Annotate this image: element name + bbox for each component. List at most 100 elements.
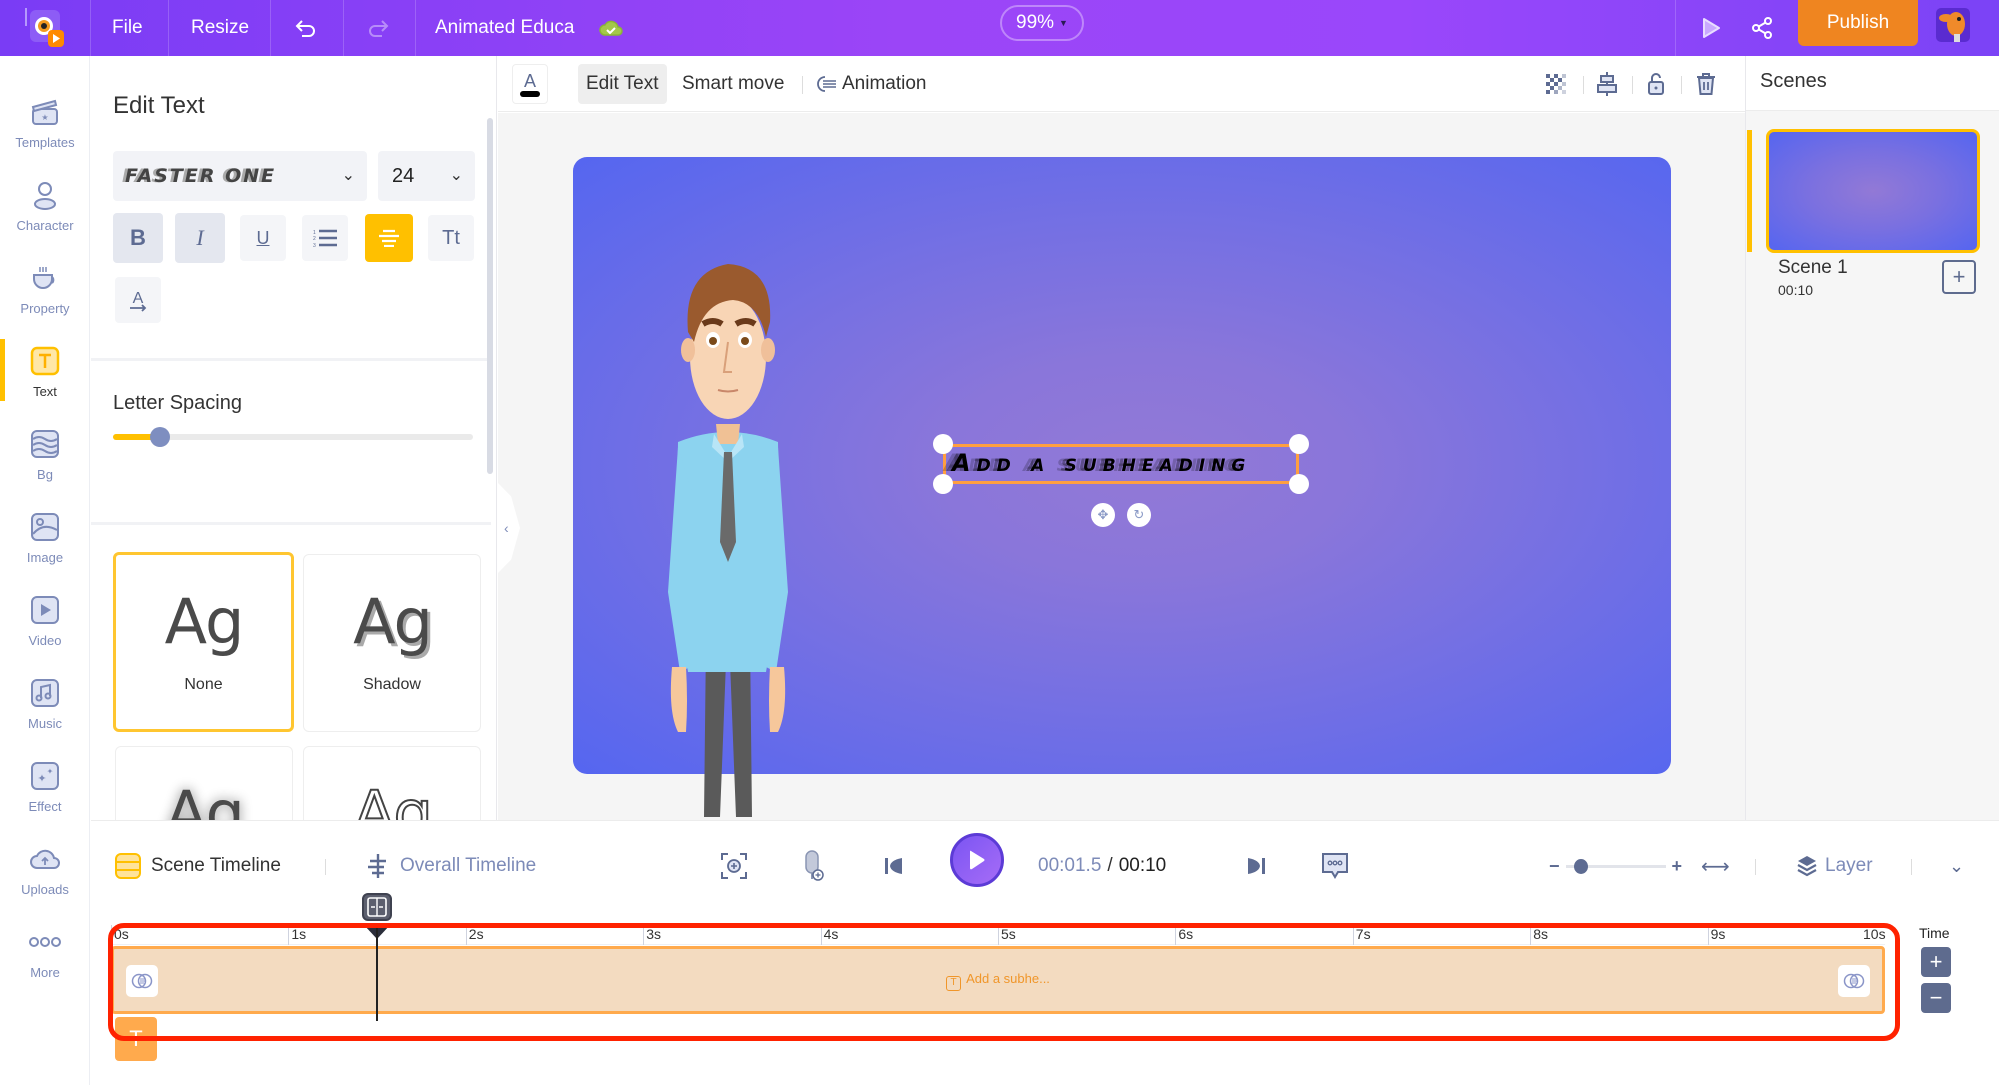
- file-menu[interactable]: File: [112, 0, 143, 56]
- slider-thumb[interactable]: [149, 427, 170, 447]
- scenes-title: Scenes: [1746, 56, 1999, 111]
- numbered-list-icon: 123: [313, 229, 337, 247]
- font-family-select[interactable]: Faster One ⌄: [113, 151, 367, 201]
- font-family-value: Faster One: [125, 165, 277, 187]
- sidebar-item-property[interactable]: Property: [0, 248, 90, 328]
- text-case-button[interactable]: Tt: [428, 215, 474, 261]
- panel-scrollbar[interactable]: [487, 118, 493, 474]
- rotate-handle[interactable]: ↻: [1127, 503, 1151, 527]
- smart-move-tool[interactable]: Smart move: [674, 64, 792, 104]
- collapse-timeline-button[interactable]: ⌄: [1949, 841, 1964, 891]
- animation-tool[interactable]: Animation: [808, 64, 935, 104]
- chevron-left-icon: ‹: [504, 520, 509, 536]
- zoom-out-icon[interactable]: −: [1549, 856, 1560, 877]
- svg-text:A: A: [133, 290, 144, 307]
- align-tool[interactable]: [1588, 64, 1626, 104]
- sidebar-label: Character: [16, 217, 74, 233]
- sidebar-item-more[interactable]: More: [0, 912, 90, 992]
- effect-outline[interactable]: Ag: [303, 746, 481, 820]
- skip-to-start-button[interactable]: [883, 841, 905, 891]
- text-color-button[interactable]: A: [115, 277, 161, 323]
- user-avatar[interactable]: [1936, 8, 1970, 42]
- overall-timeline-tab[interactable]: Overall Timeline: [366, 841, 536, 891]
- sidebar-label: Video: [28, 632, 62, 648]
- project-title[interactable]: Animated Educa: [435, 0, 574, 56]
- playhead-handle[interactable]: [362, 893, 393, 921]
- list-button[interactable]: 123: [302, 215, 348, 261]
- ruler-tick: 4s: [820, 925, 838, 945]
- resize-handle-bottom-right[interactable]: [1289, 474, 1309, 494]
- add-scene-button[interactable]: +: [1942, 260, 1976, 294]
- effect-glow[interactable]: Ag: [115, 746, 293, 820]
- share-button[interactable]: [1750, 0, 1774, 56]
- sidebar-item-image[interactable]: Image: [0, 497, 90, 577]
- text-layer-badge[interactable]: T: [115, 1017, 157, 1061]
- chevron-down-icon: ⌄: [341, 167, 355, 184]
- edit-text-tool[interactable]: Edit Text: [578, 64, 667, 104]
- bold-button[interactable]: B: [113, 213, 163, 263]
- resize-handle-bottom-left[interactable]: [933, 474, 953, 494]
- overall-timeline-label: Overall Timeline: [400, 855, 537, 876]
- camera-zoom-button[interactable]: [720, 841, 748, 891]
- redo-button[interactable]: [366, 0, 390, 56]
- font-size-select[interactable]: 24 ⌄: [378, 151, 475, 201]
- voiceover-button[interactable]: [801, 841, 825, 891]
- underline-button[interactable]: U: [240, 215, 286, 261]
- sidebar-item-templates[interactable]: ★ Templates: [0, 82, 90, 162]
- letter-spacing-slider[interactable]: [113, 427, 473, 447]
- sidebar-item-video[interactable]: Video: [0, 580, 90, 660]
- sidebar-item-uploads[interactable]: Uploads: [0, 829, 90, 909]
- undo-button[interactable]: [294, 0, 318, 56]
- left-sidebar: ★ Templates Character Property Text Bg I…: [0, 56, 90, 1085]
- effect-shadow[interactable]: Ag Shadow: [303, 554, 481, 732]
- character-illustration[interactable]: [658, 262, 798, 820]
- remove-time-button[interactable]: −: [1921, 983, 1951, 1013]
- resize-handle-top-left[interactable]: [933, 434, 953, 454]
- layer-button[interactable]: Layer: [1797, 841, 1873, 891]
- effect-none[interactable]: Ag None: [113, 552, 294, 732]
- fit-timeline-button[interactable]: ⟷: [1701, 841, 1730, 891]
- sidebar-item-text[interactable]: Text: [0, 331, 90, 411]
- resize-handle-top-right[interactable]: [1289, 434, 1309, 454]
- app-logo[interactable]: [22, 6, 70, 50]
- zoom-in-icon[interactable]: +: [1672, 856, 1683, 877]
- sidebar-item-character[interactable]: Character: [0, 165, 90, 245]
- canvas-text[interactable]: Add a subheading: [952, 449, 1251, 477]
- align-center-button[interactable]: [365, 214, 413, 262]
- scene-canvas[interactable]: Add a subheading ✥ ↻: [573, 157, 1671, 817]
- sidebar-label: Uploads: [21, 881, 69, 897]
- active-scene-marker: [1747, 130, 1752, 252]
- lock-tool[interactable]: [1639, 64, 1673, 104]
- character-icon: [28, 178, 62, 212]
- slider-thumb[interactable]: [1573, 858, 1588, 874]
- italic-button[interactable]: I: [175, 213, 225, 263]
- scene-timeline-icon: [115, 853, 141, 879]
- text-icon: [28, 344, 62, 378]
- transparency-tool[interactable]: [1538, 64, 1574, 104]
- move-handle[interactable]: ✥: [1091, 503, 1115, 527]
- scene-thumbnail[interactable]: [1766, 129, 1980, 253]
- sidebar-item-bg[interactable]: Bg: [0, 414, 90, 494]
- scene-timeline-tab[interactable]: Scene Timeline: [115, 841, 281, 891]
- subtitles-button[interactable]: [1321, 841, 1349, 891]
- skip-to-end-button[interactable]: [1245, 841, 1267, 891]
- zoom-dropdown[interactable]: 99% ▼: [1000, 5, 1084, 41]
- preview-button[interactable]: [1700, 0, 1722, 56]
- exit-animation-button[interactable]: [1838, 965, 1870, 997]
- ruler-tick: 0s: [111, 925, 129, 945]
- timeline-zoom-slider[interactable]: [1565, 858, 1666, 874]
- sidebar-item-effect[interactable]: ✦ ✦ Effect: [0, 746, 90, 826]
- play-button[interactable]: [950, 833, 1004, 887]
- sidebar-item-music[interactable]: Music: [0, 663, 90, 743]
- ruler-tick: 1s: [288, 925, 306, 945]
- collapse-panel-button[interactable]: ‹: [498, 483, 520, 573]
- resize-menu[interactable]: Resize: [191, 0, 249, 56]
- sidebar-label: Music: [28, 715, 62, 731]
- publish-button[interactable]: Publish: [1798, 0, 1918, 46]
- transition-icon: [1843, 973, 1865, 989]
- delete-tool[interactable]: [1688, 64, 1724, 104]
- add-time-button[interactable]: +: [1921, 947, 1951, 977]
- text-color-tool[interactable]: A: [512, 64, 548, 104]
- ruler-tick: 10s: [1863, 926, 1886, 942]
- selected-text-element[interactable]: Add a subheading: [933, 434, 1309, 494]
